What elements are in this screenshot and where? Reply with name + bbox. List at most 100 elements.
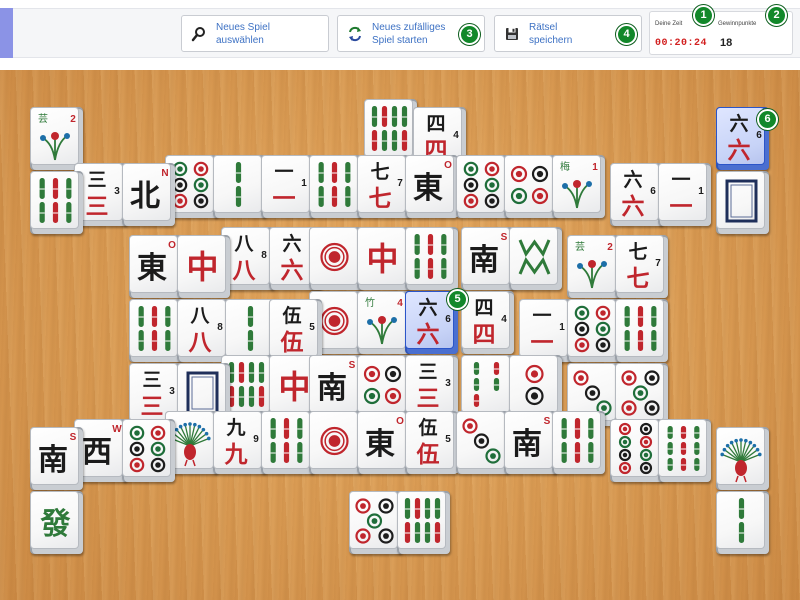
dot-circle — [595, 337, 611, 353]
mahjong-tile-character-eight[interactable]: 八八8 — [177, 299, 230, 362]
mahjong-tile-circles-1[interactable] — [309, 227, 362, 290]
dot-circle — [473, 433, 490, 449]
dot-circle — [150, 425, 166, 441]
mahjong-tile-character-four[interactable]: 四四4 — [461, 291, 514, 354]
mahjong-tile-character-seven[interactable]: 七七7 — [357, 155, 410, 218]
dot-circle — [172, 161, 188, 177]
tile-symbol-icon: 七七7 — [627, 241, 662, 292]
mahjong-tile-bamboo-9[interactable] — [658, 419, 711, 482]
mahjong-tile-bamboo-6[interactable] — [129, 299, 182, 362]
mahjong-tile-circles-6[interactable] — [122, 419, 175, 482]
dot-circle — [618, 461, 632, 475]
mahjong-tile-bamboo-2[interactable] — [213, 155, 266, 218]
mahjong-tile-wind-O[interactable]: 東O — [129, 235, 182, 298]
mahjong-tile-flower[interactable]: 芸2 — [30, 107, 83, 170]
svg-text:南: 南 — [38, 443, 68, 478]
svg-text:北: 北 — [130, 179, 160, 214]
dot-circle — [484, 193, 500, 209]
mahjong-tile-wind-O[interactable]: 東O — [357, 411, 410, 474]
mahjong-tile-character-five[interactable]: 伍伍5 — [405, 411, 458, 474]
mahjong-tile-red-dragon[interactable]: 中 — [177, 235, 230, 298]
mahjong-tile-red-dragon[interactable]: 中 — [357, 227, 410, 290]
mahjong-tile-bamboo-8[interactable] — [364, 99, 417, 162]
tile-face: 三三3 — [405, 355, 454, 413]
tile-face — [615, 299, 664, 357]
mahjong-tile-wind-S[interactable]: 南S — [309, 355, 362, 418]
mahjong-tile-bamboo-1[interactable] — [716, 427, 769, 490]
tile-face: 東O — [405, 155, 454, 213]
mahjong-tile-bamboo-2[interactable] — [716, 491, 769, 554]
mahjong-tile-bamboo-6[interactable] — [261, 411, 314, 474]
mahjong-tile-flower[interactable]: 梅1 — [552, 155, 605, 218]
mahjong-tile-circles-4[interactable] — [357, 355, 410, 418]
mahjong-tile-character-nine[interactable]: 九九9 — [213, 411, 266, 474]
mahjong-tile-flower[interactable]: 芸2 — [567, 235, 620, 298]
mahjong-tile-character-one[interactable]: 一一1 — [519, 299, 572, 362]
mahjong-tile-wind-O[interactable]: 東O — [405, 155, 458, 218]
tile-face — [504, 155, 553, 213]
toolbar: Neues Spiel auswählen Neues zufälliges S… — [0, 0, 800, 62]
mahjong-tile-circles-1[interactable] — [309, 411, 362, 474]
mahjong-tile-circles-4[interactable] — [504, 155, 557, 218]
mahjong-tile-circles-2[interactable] — [509, 355, 562, 418]
dot-circle — [639, 422, 653, 436]
mahjong-tile-bamboo-WM[interactable] — [509, 227, 562, 290]
tile-face — [552, 411, 601, 469]
dot-circle — [510, 165, 528, 183]
mahjong-tile-character-five[interactable]: 伍伍5 — [269, 299, 322, 362]
svg-text:O: O — [444, 160, 452, 171]
tile-face — [349, 491, 398, 549]
mahjong-tile-circles-5[interactable] — [349, 491, 402, 554]
select-new-game-button[interactable]: Neues Spiel auswählen — [181, 15, 329, 52]
mahjong-tile-bamboo-8[interactable] — [397, 491, 450, 554]
tile-face: 一一1 — [658, 163, 707, 221]
mahjong-tile-circles-8[interactable] — [610, 419, 663, 482]
svg-text:六: 六 — [418, 296, 437, 319]
mahjong-tile-bamboo-6[interactable] — [615, 299, 668, 362]
mahjong-tile-character-three[interactable]: 三三3 — [405, 355, 458, 418]
mahjong-tile-green-dragon[interactable]: 發 — [30, 491, 83, 554]
svg-text:伍: 伍 — [281, 329, 304, 356]
svg-text:八: 八 — [190, 305, 210, 327]
tile-face: 中 — [357, 227, 406, 285]
dot-circle — [384, 387, 402, 405]
mahjong-tile-wind-S[interactable]: 南S — [30, 427, 83, 490]
mahjong-tile-bamboo-6[interactable] — [30, 171, 83, 234]
time-caption: Deine Zeit — [655, 21, 683, 27]
tile-face — [261, 411, 310, 469]
mahjong-tile-bamboo-6[interactable] — [405, 227, 458, 290]
mahjong-tile-character-one[interactable]: 一一1 — [261, 155, 314, 218]
mahjong-tile-character-seven[interactable]: 七七7 — [615, 235, 668, 298]
mahjong-tile-circles-6[interactable] — [456, 155, 509, 218]
dot-circle — [366, 513, 383, 529]
tile-face: 南S — [309, 355, 358, 413]
tile-symbol-icon — [247, 306, 254, 351]
mahjong-tile-flower[interactable]: 竹4 — [357, 291, 410, 354]
mahjong-tile-circles-6[interactable] — [567, 299, 620, 362]
tile-face: 八八8 — [177, 299, 226, 357]
dot-circle — [320, 426, 349, 456]
callout-badge-1: 1 — [693, 5, 714, 26]
tile-symbol-icon — [414, 234, 447, 279]
mahjong-tile-bamboo-5[interactable] — [461, 355, 514, 418]
mahjong-tile-bamboo-6[interactable] — [309, 155, 362, 218]
mahjong-tile-white-dragon[interactable] — [716, 171, 769, 234]
mahjong-tile-circles-5[interactable] — [615, 363, 668, 426]
svg-text:N: N — [161, 168, 168, 179]
svg-text:發: 發 — [40, 507, 71, 542]
mahjong-tile-wind-S[interactable]: 南S — [461, 227, 514, 290]
mahjong-tile-character-one[interactable]: 一一1 — [658, 163, 711, 226]
dot-circle — [355, 498, 371, 514]
tile-symbol-icon: 竹4 — [365, 296, 403, 345]
mahjong-tile-circles-3[interactable] — [456, 411, 509, 474]
mahjong-tile-bamboo-6[interactable] — [552, 411, 605, 474]
svg-text:W: W — [112, 424, 122, 435]
mahjong-tile-wind-S[interactable]: 南S — [504, 411, 557, 474]
tile-symbol-icon — [720, 438, 762, 483]
flower-blossom — [378, 316, 386, 324]
tile-symbol-icon: 中 — [186, 248, 218, 286]
mahjong-tile-character-six[interactable]: 六六6 — [610, 163, 663, 226]
tile-face: 一一1 — [519, 299, 568, 357]
mahjong-tile-wind-N[interactable]: 北N — [122, 163, 175, 226]
svg-text:3: 3 — [169, 386, 175, 397]
